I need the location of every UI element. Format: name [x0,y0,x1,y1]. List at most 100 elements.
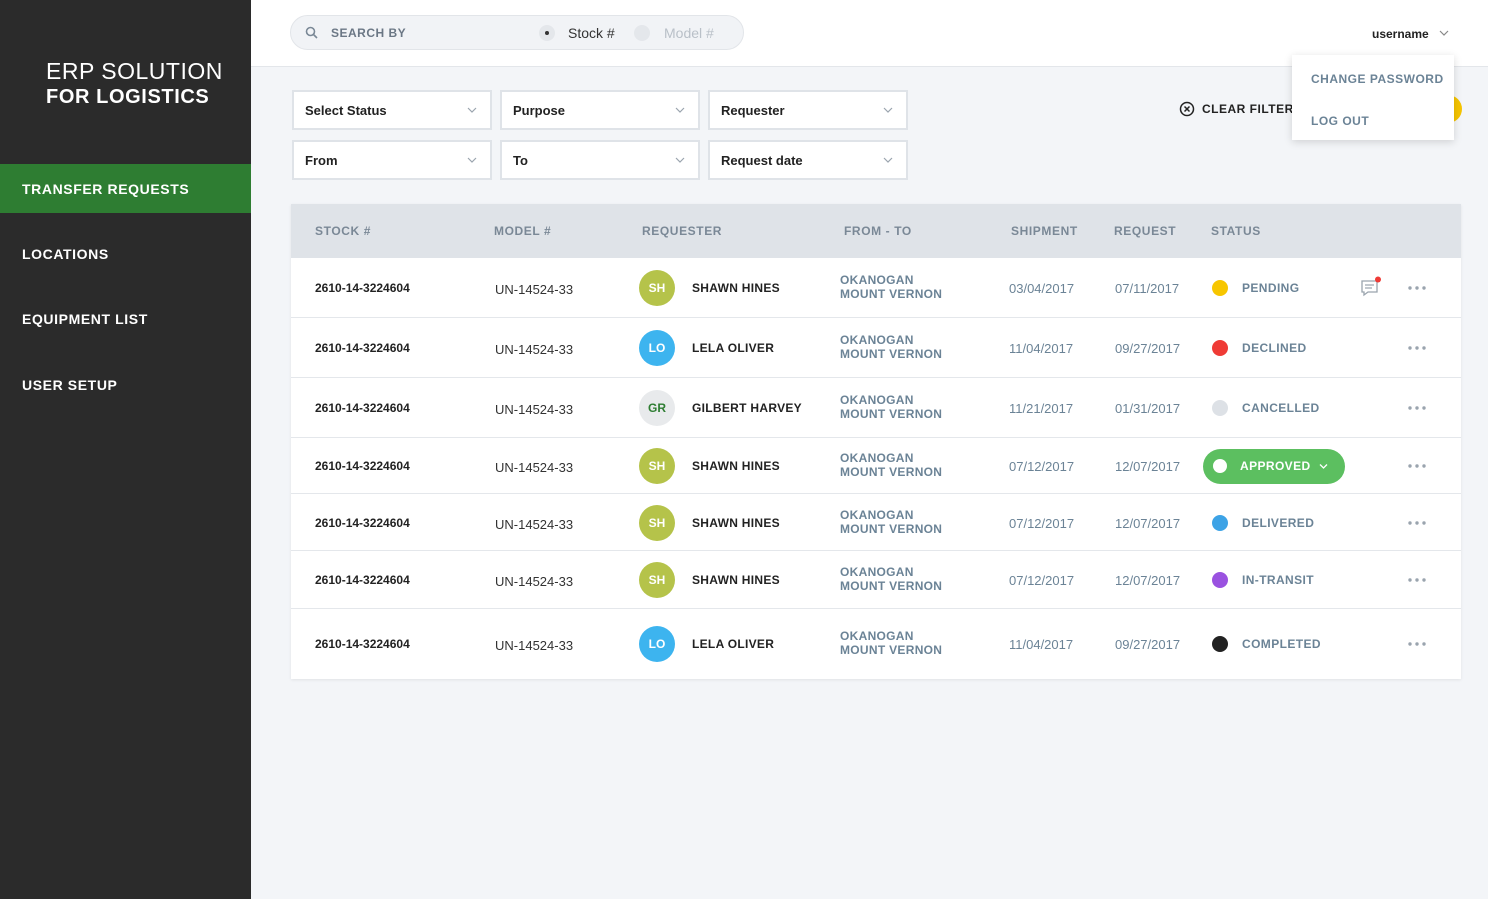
route-from: OKANOGAN [840,393,914,407]
log-out-item[interactable]: LOG OUT [1311,114,1369,128]
route: OKANOGAN MOUNT VERNON [840,393,942,421]
shipment-date: 11/04/2017 [1009,341,1074,356]
route-to: MOUNT VERNON [840,287,943,301]
avatar: SH [639,448,675,484]
status-dot [1212,572,1228,588]
table-header: STOCK # MODEL # REQUESTER FROM - TO SHIP… [291,204,1461,258]
stock-radio-label[interactable]: Stock # [568,25,615,41]
request-date: 09/27/2017 [1115,341,1181,356]
table-row[interactable]: 2610-14-3224604 UN-14524-33 SH SHAWN HIN… [291,438,1461,494]
table-row[interactable]: 2610-14-3224604 UN-14524-33 SH SHAWN HIN… [291,494,1461,551]
avatar: SH [639,270,675,306]
requester-name: LELA OLIVER [692,341,775,355]
chevron-down-icon [883,107,893,113]
sidebar-item-user-setup[interactable]: USER SETUP [0,360,251,409]
requester-name: SHAWN HINES [692,515,780,530]
more-options-icon[interactable] [1408,578,1426,582]
search-bar[interactable]: SEARCH BY Stock # Model # [290,15,744,50]
chevron-down-icon [883,157,893,163]
sidebar-item-equipment-list[interactable]: EQUIPMENT LIST [0,294,251,343]
table-row[interactable]: 2610-14-3224604 UN-14524-33 LO LELA OLIV… [291,609,1461,679]
stock-radio[interactable] [539,25,555,41]
request-date: 07/11/2017 [1115,281,1180,296]
table-row[interactable]: 2610-14-3224604 UN-14524-33 SH SHAWN HIN… [291,551,1461,609]
table-row[interactable]: 2610-14-3224604 UN-14524-33 SH SHAWN HIN… [291,258,1461,318]
sidebar-item-locations[interactable]: LOCATIONS [0,229,251,278]
route-from: OKANOGAN [840,565,914,579]
route: OKANOGAN MOUNT VERNON [840,565,942,593]
brand-line-1: ERP SOLUTION [46,58,223,84]
change-password-item[interactable]: CHANGE PASSWORD [1311,72,1444,86]
route-to: MOUNT VERNON [840,407,943,421]
sidebar-item-transfer-requests[interactable]: TRANSFER REQUESTS [0,164,251,213]
status-filter[interactable]: Select Status [292,90,492,130]
column-header-stock[interactable]: STOCK # [315,224,371,238]
status-dot [1212,340,1228,356]
route: OKANOGAN MOUNT VERNON [840,273,942,301]
requester-filter[interactable]: Requester [708,90,908,130]
column-header-shipment[interactable]: SHIPMENT [1011,224,1078,238]
search-icon [305,26,318,39]
transfer-requests-table: STOCK # MODEL # REQUESTER FROM - TO SHIP… [291,204,1461,679]
comment-icon[interactable] [1360,276,1382,298]
sidebar: ERP SOLUTION FOR LOGISTICS TRANSFER REQU… [0,0,251,899]
more-options-icon[interactable] [1408,406,1426,410]
more-options-icon[interactable] [1408,286,1426,290]
status-dot [1213,459,1227,473]
request-date: 12/07/2017 [1115,573,1181,588]
status-dot [1212,400,1228,416]
status-dropdown[interactable]: APPROVED [1203,448,1345,484]
route-from: OKANOGAN [840,629,914,643]
avatar: LO [639,626,675,662]
clear-filter-button[interactable]: CLEAR FILTER [1179,101,1294,117]
requester-filter-label: Requester [721,102,785,118]
purpose-filter[interactable]: Purpose [500,90,700,130]
model-number: UN-14524-33 [495,342,574,357]
column-header-request[interactable]: REQUEST [1114,224,1176,238]
status-label: PENDING [1242,281,1300,295]
route-to: MOUNT VERNON [840,521,943,536]
route-from: OKANOGAN [840,273,914,287]
column-header-from-to[interactable]: FROM - TO [844,224,912,238]
from-filter-label: From [305,152,338,168]
purpose-filter-label: Purpose [513,102,566,118]
model-radio[interactable] [634,25,650,41]
table-row[interactable]: 2610-14-3224604 UN-14524-33 GR GILBERT H… [291,378,1461,438]
avatar: GR [639,390,675,426]
shipment-date: 07/12/2017 [1009,573,1075,588]
column-header-model[interactable]: MODEL # [494,224,551,238]
column-header-status[interactable]: STATUS [1211,224,1261,238]
more-options-icon[interactable] [1408,520,1426,525]
route-from: OKANOGAN [840,451,914,465]
request-date-filter[interactable]: Request date [708,140,908,180]
stock-number: 2610-14-3224604 [315,637,410,651]
more-options-icon[interactable] [1408,464,1426,468]
to-filter[interactable]: To [500,140,700,180]
status-dot [1212,514,1228,531]
route-to: MOUNT VERNON [840,465,943,479]
stock-number: 2610-14-3224604 [315,573,410,587]
route-to: MOUNT VERNON [840,643,943,657]
status-label: IN-TRANSIT [1242,573,1314,587]
request-date: 09/27/2017 [1115,637,1181,652]
model-number: UN-14524-33 [495,402,574,417]
chevron-down-icon [675,157,685,163]
table-row[interactable]: 2610-14-3224604 UN-14524-33 LO LELA OLIV… [291,318,1461,378]
from-filter[interactable]: From [292,140,492,180]
username-menu[interactable]: username [1372,27,1429,41]
request-date-filter-label: Request date [721,152,803,168]
shipment-date: 07/12/2017 [1009,459,1075,474]
chevron-down-icon [1319,463,1328,469]
column-header-requester[interactable]: REQUESTER [642,224,722,238]
chevron-down-icon[interactable] [1439,28,1449,38]
requester-name: LELA OLIVER [692,637,775,651]
shipment-date: 11/04/2017 [1009,637,1074,652]
model-radio-label[interactable]: Model # [664,25,714,41]
shipment-date: 03/04/2017 [1009,281,1075,296]
status-filter-label: Select Status [305,102,387,118]
shipment-date: 11/21/2017 [1009,401,1074,416]
more-options-icon[interactable] [1408,642,1426,646]
stock-number: 2610-14-3224604 [315,341,410,355]
more-options-icon[interactable] [1408,346,1426,350]
avatar: LO [639,330,675,366]
